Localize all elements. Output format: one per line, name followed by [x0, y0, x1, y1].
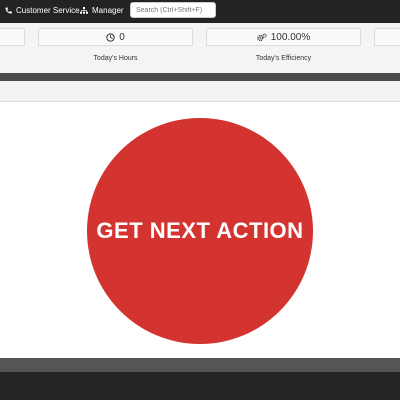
hours-label: Today's Hours	[93, 55, 138, 62]
clock-icon	[106, 32, 115, 42]
sitemap-icon	[80, 7, 88, 14]
footer-band	[0, 358, 400, 372]
stats-bar: 0 Today's Hours 100.00% Today's Efficien…	[0, 23, 400, 73]
sub-toolbar	[0, 81, 400, 102]
hours-value: 0	[119, 31, 125, 43]
stat-card-partial-right	[374, 28, 400, 46]
stat-card-partial-left	[0, 28, 25, 46]
nav-manager[interactable]: Manager	[80, 6, 124, 15]
stat-card-efficiency: 100.00%	[206, 28, 361, 46]
nav-manager-label: Manager	[92, 6, 124, 15]
efficiency-value: 100.00%	[270, 31, 311, 43]
get-next-action-button[interactable]: GET NEXT ACTION	[87, 118, 313, 344]
stat-card-hours: 0	[38, 28, 193, 46]
get-next-action-label: GET NEXT ACTION	[96, 218, 304, 243]
nav-customer-service-label: Customer Service	[16, 6, 80, 15]
search-input[interactable]	[130, 2, 216, 18]
action-panel: GET NEXT ACTION	[0, 102, 400, 358]
gears-icon	[257, 32, 267, 41]
efficiency-label: Today's Efficiency	[255, 55, 312, 62]
header-divider	[0, 73, 400, 81]
phone-icon	[5, 7, 12, 14]
top-navbar: Customer Service Manager	[0, 0, 400, 23]
footer	[0, 372, 400, 400]
nav-customer-service[interactable]: Customer Service	[5, 6, 80, 15]
